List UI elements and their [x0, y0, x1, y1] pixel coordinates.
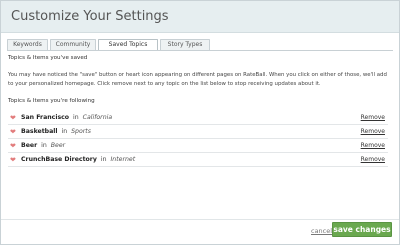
following-section-heading: Topics & Items you're following: [8, 98, 95, 104]
settings-dialog: Customize Your Settings Keywords Communi…: [0, 0, 400, 245]
topic-joiner: in: [100, 156, 107, 163]
heart-icon: ❤: [10, 114, 16, 122]
saved-section-description: You may have noticed the "save" button o…: [8, 72, 387, 87]
tab-story-types[interactable]: Story Types: [160, 39, 210, 50]
cancel-link[interactable]: cancel: [311, 227, 332, 235]
list-item: ❤ CrunchBase Directory in Internet Remov…: [8, 153, 388, 167]
footer-divider: [1, 219, 399, 220]
tab-divider: [7, 50, 393, 51]
remove-link[interactable]: Remove: [361, 114, 385, 121]
following-list: ❤ San Francisco in California Remove ❤ B…: [8, 111, 388, 167]
heart-icon: ❤: [10, 128, 16, 136]
remove-link[interactable]: Remove: [361, 128, 385, 135]
topic-name: Beer: [21, 142, 38, 149]
topic-name: Basketball: [21, 128, 58, 135]
remove-link[interactable]: Remove: [361, 142, 385, 149]
tab-community[interactable]: Community: [50, 39, 96, 50]
saved-section-heading: Topics & Items you've saved: [8, 55, 88, 61]
dialog-title: Customize Your Settings: [11, 9, 169, 24]
topic-category: Beer: [50, 142, 66, 149]
topic-joiner: in: [41, 142, 47, 149]
save-changes-button[interactable]: save changes: [332, 222, 392, 237]
list-item: ❤ Beer in Beer Remove: [8, 139, 388, 153]
topic-name: San Francisco: [21, 114, 70, 121]
topic-category: Internet: [110, 156, 136, 163]
topic-joiner: in: [73, 114, 79, 121]
tab-keywords[interactable]: Keywords: [7, 39, 48, 50]
topic-category: Sports: [71, 128, 91, 135]
list-item: ❤ San Francisco in California Remove: [8, 111, 388, 125]
heart-icon: ❤: [10, 156, 16, 164]
topic-name: CrunchBase Directory: [21, 156, 97, 163]
heart-icon: ❤: [10, 142, 16, 150]
topic-category: California: [82, 114, 113, 121]
remove-link[interactable]: Remove: [361, 156, 385, 163]
list-item: ❤ Basketball in Sports Remove: [8, 125, 388, 139]
topic-joiner: in: [61, 128, 68, 135]
dialog-header: Customize Your Settings: [1, 1, 399, 33]
